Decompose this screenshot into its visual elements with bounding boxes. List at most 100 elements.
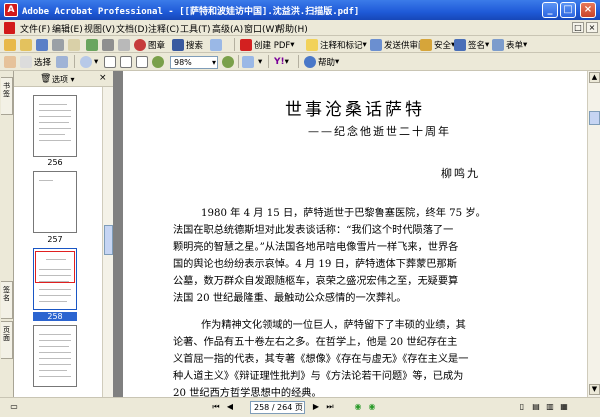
security-button[interactable]: 安全 ▾ (420, 38, 455, 51)
help-icon (304, 55, 316, 68)
maximize-button[interactable]: □ (560, 2, 576, 18)
page-size-icon[interactable]: ▭ (8, 401, 20, 413)
comment-markup-button[interactable]: 注释和标记 ▾ (306, 38, 367, 51)
tab-pages[interactable]: 页面 (1, 321, 13, 359)
zoom-in-icon[interactable]: ▾ (80, 55, 98, 68)
tab-bookmarks[interactable]: 书签 (1, 77, 13, 115)
edit-tools-icon[interactable] (210, 38, 224, 51)
sign-button[interactable]: 签名 ▾ (454, 38, 489, 51)
tab-signatures[interactable]: 签名 (1, 281, 13, 319)
forms-button[interactable]: 表单 ▾ (492, 38, 527, 51)
email-icon[interactable] (68, 38, 82, 51)
document-scroll-thumb[interactable] (589, 111, 600, 125)
search-button[interactable]: 搜索 (172, 38, 203, 51)
menu-view[interactable]: 视图(V) (84, 22, 115, 35)
menu-advanced[interactable]: 高级(A) (212, 22, 243, 35)
close-pane-button[interactable]: × (99, 73, 107, 83)
close-button[interactable]: × (580, 2, 596, 18)
acrobat-app-icon[interactable]: A (4, 3, 18, 17)
snapshot-icon[interactable] (56, 55, 70, 68)
menu-document[interactable]: 文档(D) (116, 22, 148, 35)
image-stamp-button[interactable]: 图章 (134, 38, 165, 51)
doc-title: 世事沧桑话萨特 (285, 100, 425, 120)
continuous-facing-icon[interactable]: ▥ (544, 401, 556, 413)
rotate-icon[interactable] (242, 55, 256, 68)
paragraph-2: 作为精神文化领域的一位巨人，萨特留下了丰硕的业绩，其 论著、作品有五十卷左右之多… (173, 320, 469, 397)
last-page-button[interactable]: ⏭ (324, 401, 336, 413)
options-menu[interactable]: 选项 ▾ (52, 74, 75, 85)
menu-comments[interactable]: 注释(C) (148, 22, 179, 35)
text-edit-icon[interactable] (118, 38, 132, 51)
security-label: 安全 (434, 40, 452, 51)
fit-width-icon[interactable] (136, 55, 150, 68)
stamp-icon (134, 38, 146, 51)
spacer-icon[interactable]: ▾ (258, 55, 262, 68)
thumbnail-label: 256 (47, 158, 63, 167)
status-bar: ▭ ⏮ ◀ 258 / 264 页 ▶ ⏭ ◉ ◉ ▯ ▤ ▥ ▦ (0, 397, 600, 417)
menu-help[interactable]: 帮助(H) (276, 22, 308, 35)
scroll-down-arrow[interactable]: ▼ (589, 384, 600, 395)
cursor-icon (20, 55, 32, 68)
thumbnail-page-256[interactable] (33, 95, 77, 157)
sign-label: 签名 (468, 40, 486, 51)
previous-page-button[interactable]: ◀ (224, 401, 236, 413)
thumbnail-page-257[interactable] (33, 171, 77, 233)
single-page-icon[interactable]: ▯ (516, 401, 528, 413)
image-stamp-label: 图章 (148, 40, 166, 51)
thumbnail-page-259[interactable] (33, 325, 77, 387)
document-view[interactable]: 世事沧桑话萨特 ——纪念他逝世二十周年 柳鸣九 1980 年 4 月 15 日，… (113, 71, 587, 397)
select-tool-button[interactable]: 选择 (20, 55, 51, 68)
document-scrollbar[interactable]: ▲ ▼ (587, 71, 600, 397)
form-icon (492, 38, 504, 51)
organizer-icon[interactable] (86, 38, 100, 51)
document-icon[interactable] (4, 22, 15, 34)
fit-page-icon[interactable] (120, 55, 134, 68)
thumbnails-header: 🗑 选项 ▾ × (14, 71, 113, 87)
view-toolbar: 选择 ▾ 98% ▾ Y!▾ 帮助 ▾ (0, 53, 600, 71)
thumbnail-page-258[interactable] (33, 248, 77, 310)
facing-icon[interactable]: ▦ (558, 401, 570, 413)
scroll-up-arrow[interactable]: ▲ (589, 72, 600, 83)
menu-file[interactable]: 文件(F) (20, 22, 50, 35)
create-icon[interactable] (4, 38, 18, 51)
open-folder-icon[interactable] (20, 38, 34, 51)
print-icon[interactable] (52, 38, 66, 51)
thumbnails-scrollbar[interactable] (102, 87, 113, 397)
document-restore-button[interactable]: □ (572, 22, 584, 33)
forms-label: 表单 (506, 40, 524, 51)
zoom-in-plus-icon[interactable] (222, 55, 236, 68)
actual-size-icon[interactable] (104, 55, 118, 68)
document-close-button[interactable]: × (586, 22, 598, 33)
help-button[interactable]: 帮助 ▾ (304, 55, 339, 68)
zoom-level-select[interactable]: 98% (170, 56, 218, 69)
yahoo-icon[interactable]: Y! ▾ (274, 55, 289, 68)
first-page-button[interactable]: ⏮ (210, 401, 222, 413)
search-label: 搜索 (186, 40, 204, 51)
page-number-field[interactable]: 258 / 264 页 (250, 401, 305, 414)
binoculars-icon (172, 38, 184, 51)
navigation-tabs: 书签 签名 页面 (0, 71, 14, 397)
continuous-icon[interactable]: ▤ (530, 401, 542, 413)
menu-tools[interactable]: 工具(T) (180, 22, 211, 35)
next-view-icon[interactable]: ◉ (366, 401, 378, 413)
thumbnails-scroll-thumb[interactable] (104, 225, 113, 255)
trash-icon[interactable]: 🗑 (40, 74, 51, 84)
zoom-out-icon[interactable] (152, 55, 166, 68)
minimize-button[interactable]: _ (542, 2, 558, 18)
visible-area-box[interactable] (35, 251, 75, 283)
review-icon (370, 38, 382, 51)
hand-tool-icon[interactable] (4, 55, 18, 68)
thumbnail-label: 257 (47, 235, 63, 244)
next-page-button[interactable]: ▶ (310, 401, 322, 413)
save-icon[interactable] (36, 38, 50, 51)
pen-icon (454, 38, 466, 51)
attach-icon[interactable] (102, 38, 116, 51)
menu-window[interactable]: 窗口(W) (244, 22, 278, 35)
create-pdf-button[interactable]: 创建 PDF ▾ (240, 38, 295, 51)
paragraph-1: 1980 年 4 月 15 日，萨特逝世于巴黎鲁塞医院，终年 75 岁。 法国在… (173, 208, 486, 304)
doc-author: 柳鸣九 (441, 167, 480, 180)
title-bar: A Adobe Acrobat Professional - [[萨特和波娃访中… (0, 0, 600, 20)
previous-view-icon[interactable]: ◉ (352, 401, 364, 413)
menu-edit[interactable]: 编辑(E) (52, 22, 83, 35)
lock-icon (420, 38, 432, 51)
